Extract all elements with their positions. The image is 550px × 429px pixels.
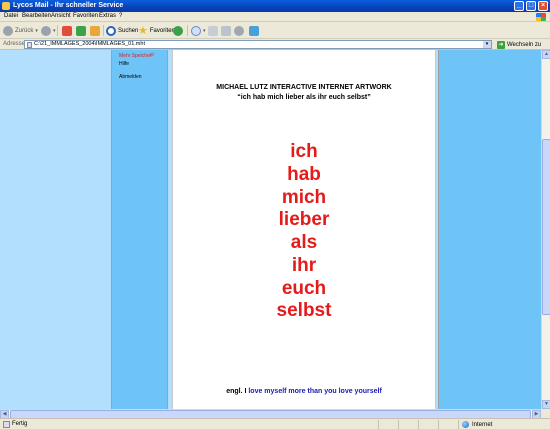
stop-icon <box>62 25 72 36</box>
horizontal-scrollbar[interactable]: ◀ ▶ <box>0 409 541 419</box>
poem-line: euch <box>281 278 327 299</box>
messenger-button[interactable] <box>249 25 259 36</box>
translation-prefix: engl. I <box>226 388 249 395</box>
vertical-scrollbar[interactable]: ▲ ▼ <box>541 50 550 409</box>
go-label: Wechseln zu <box>507 41 542 48</box>
mail-icon <box>191 25 201 36</box>
mail-button[interactable]: ▾ <box>191 25 206 36</box>
address-bar: Adresse C:\21_IMMLAGES_2004\IMMLAGES_01.… <box>0 39 550 50</box>
favorites-label: Favoriten <box>149 27 175 34</box>
home-icon <box>90 25 100 36</box>
artwork-subtitle: “ich hab mich lieber als ihr euch selbst… <box>237 94 371 101</box>
menu-datei[interactable]: Datei <box>4 13 18 19</box>
favorites-button[interactable]: ★ Favoriten <box>138 25 175 37</box>
artwork-page: MICHAEL LUTZ INTERACTIVE INTERNET ARTWOR… <box>172 50 436 409</box>
right-column <box>438 50 541 409</box>
toolbar: Zurück ▾ ▾ Suchen ★ Favoriten ▾ <box>0 22 550 39</box>
back-arrow-icon <box>3 25 13 36</box>
status-bar: Fertig Internet <box>0 418 550 429</box>
poem-line: als <box>290 232 318 253</box>
address-value: C:\21_IMMLAGES_2004\IMMLAGES_01.mht <box>34 41 145 47</box>
windows-logo-icon <box>536 13 546 21</box>
history-icon <box>173 25 183 36</box>
print-button[interactable] <box>208 25 218 36</box>
menu-bearbeiten[interactable]: Bearbeiten <box>22 13 51 19</box>
go-button[interactable]: ➜ Wechseln zu <box>497 40 541 49</box>
back-label: Zurück <box>15 27 34 34</box>
menu-favoriten[interactable]: Favoriten <box>73 13 98 19</box>
poem-line: hab <box>287 164 321 185</box>
security-zone: Internet <box>458 420 538 429</box>
scroll-up-icon[interactable]: ▲ <box>542 50 550 59</box>
zone-label: Internet <box>472 421 493 428</box>
forward-button[interactable]: ▾ <box>41 25 56 36</box>
page-icon <box>27 42 32 48</box>
address-label: Adresse <box>3 41 26 47</box>
messenger-icon <box>249 25 259 36</box>
discuss-icon <box>234 25 244 36</box>
close-button[interactable]: × <box>538 1 548 11</box>
globe-icon <box>462 421 469 428</box>
info-icon[interactable]: ⊙ <box>150 52 154 58</box>
back-button[interactable]: Zurück ▾ <box>3 25 38 36</box>
edit-button[interactable] <box>221 25 231 36</box>
address-input[interactable]: C:\21_IMMLAGES_2004\IMMLAGES_01.mht ▾ <box>24 40 492 49</box>
search-button[interactable]: Suchen <box>106 25 138 36</box>
history-button[interactable] <box>173 25 183 36</box>
app-icon <box>2 2 10 10</box>
home-button[interactable] <box>90 25 100 36</box>
sidebar-item-mehr-speicher[interactable]: Mehr Speicher <box>119 53 152 59</box>
status-text: Fertig <box>12 421 28 427</box>
refresh-button[interactable] <box>76 25 86 36</box>
page-viewport: Mehr Speicher ⊙ Hilfe Abmelden MICHAEL L… <box>0 50 541 409</box>
vertical-scroll-thumb[interactable] <box>542 139 550 315</box>
forward-arrow-icon <box>41 25 51 36</box>
scroll-corner <box>541 409 550 418</box>
page-status-icon <box>3 421 10 428</box>
poem-line: selbst <box>276 300 332 321</box>
minimize-button[interactable]: _ <box>514 1 524 11</box>
menu-bar: Datei Bearbeiten Ansicht Favoriten Extra… <box>0 12 550 22</box>
menu-help[interactable]: ? <box>119 13 122 19</box>
favorites-star-icon: ★ <box>138 25 148 37</box>
address-dropdown-icon[interactable]: ▾ <box>483 41 491 48</box>
discuss-button[interactable] <box>234 25 244 36</box>
window-title: Lycos Mail - Ihr schneller Service <box>13 2 124 9</box>
poem-line: mich <box>281 187 327 208</box>
poem-line: ihr <box>291 255 317 276</box>
edit-icon <box>221 25 231 36</box>
poem-line: ich <box>290 141 318 162</box>
sidebar-item-abmelden[interactable]: Abmelden <box>119 74 142 80</box>
artwork-title: MICHAEL LUTZ INTERACTIVE INTERNET ARTWOR… <box>216 84 392 91</box>
go-arrow-icon: ➜ <box>497 40 505 49</box>
translation-highlight: love myself more than you love yourself <box>248 388 382 395</box>
menu-ansicht[interactable]: Ansicht <box>51 13 71 19</box>
translation-line: engl. I love myself more than you love y… <box>173 388 435 395</box>
refresh-icon <box>76 25 86 36</box>
sidebar-item-hilfe[interactable]: Hilfe <box>119 61 129 67</box>
print-icon <box>208 25 218 36</box>
poem-line: lieber <box>278 209 330 230</box>
sidebar-nav: Mehr Speicher ⊙ Hilfe Abmelden <box>111 50 168 409</box>
maximize-button[interactable]: □ <box>526 1 536 11</box>
scroll-down-icon[interactable]: ▼ <box>542 400 550 409</box>
title-bar: Lycos Mail - Ihr schneller Service _ □ × <box>0 0 550 12</box>
search-icon <box>106 25 116 36</box>
search-label: Suchen <box>118 27 139 34</box>
stop-button[interactable] <box>62 25 72 36</box>
menu-extras[interactable]: Extras <box>99 13 116 19</box>
